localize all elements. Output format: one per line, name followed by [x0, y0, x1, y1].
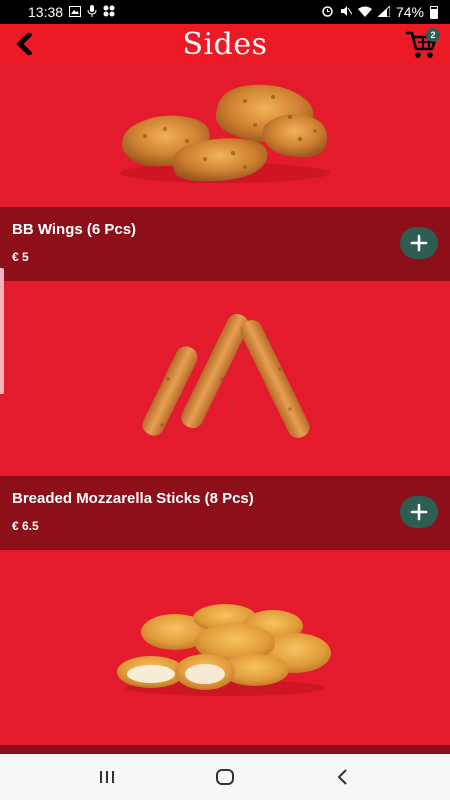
plus-icon	[410, 234, 428, 252]
chicken-nuggets-image	[117, 603, 331, 696]
chevron-left-icon	[16, 33, 33, 55]
add-to-cart-button[interactable]	[400, 496, 438, 528]
product-card-1[interactable]: BB Wings (6 Pcs) € 5	[0, 207, 450, 281]
product-name: BB Wings (6 Pcs)	[12, 221, 137, 238]
recent-apps-icon	[100, 771, 114, 783]
mute-icon	[340, 5, 353, 19]
product-list[interactable]: BB Wings (6 Pcs) € 5 Breaded Mozzarella …	[0, 64, 450, 754]
product-price: € 6.5	[12, 519, 39, 533]
product-image-nuggets[interactable]	[0, 550, 450, 745]
back-nav-button[interactable]	[323, 757, 363, 797]
cart-count-badge: 2	[426, 28, 440, 42]
product-card-2[interactable]: Breaded Mozzarella Sticks (8 Pcs) € 6.5	[0, 476, 450, 550]
battery-icon	[430, 5, 438, 19]
status-time: 13:38	[28, 4, 64, 20]
product-image-mozzarella[interactable]	[0, 281, 450, 476]
status-left: 13:38	[28, 4, 115, 20]
wifi-icon	[357, 6, 372, 19]
app-header: Sides 2	[0, 24, 450, 64]
recent-apps-button[interactable]	[87, 757, 127, 797]
product-price: € 5	[12, 250, 29, 264]
status-bar: 13:38 74%	[0, 0, 450, 24]
add-to-cart-button[interactable]	[400, 227, 438, 259]
mozzarella-sticks-image	[142, 313, 310, 438]
scroll-indicator[interactable]	[0, 268, 4, 394]
back-chevron-icon	[337, 769, 347, 785]
product-image-wings[interactable]	[0, 64, 450, 207]
home-icon	[216, 769, 234, 785]
product-card-3[interactable]	[0, 745, 450, 754]
chicken-wings-image	[120, 84, 330, 183]
back-button[interactable]	[10, 30, 38, 58]
image-icon	[69, 5, 82, 19]
page-title: Sides	[182, 26, 268, 62]
signal-icon	[376, 4, 391, 19]
product-name: Breaded Mozzarella Sticks (8 Pcs)	[12, 490, 254, 507]
plus-icon	[410, 503, 428, 521]
battery-percent: 74%	[395, 4, 424, 20]
apps-icon	[103, 5, 115, 19]
home-button[interactable]	[205, 757, 245, 797]
status-right: 74%	[321, 4, 438, 20]
system-nav-bar	[0, 754, 450, 800]
alarm-icon	[321, 5, 334, 19]
mic-icon	[87, 5, 97, 19]
cart-button[interactable]: 2	[404, 28, 442, 60]
